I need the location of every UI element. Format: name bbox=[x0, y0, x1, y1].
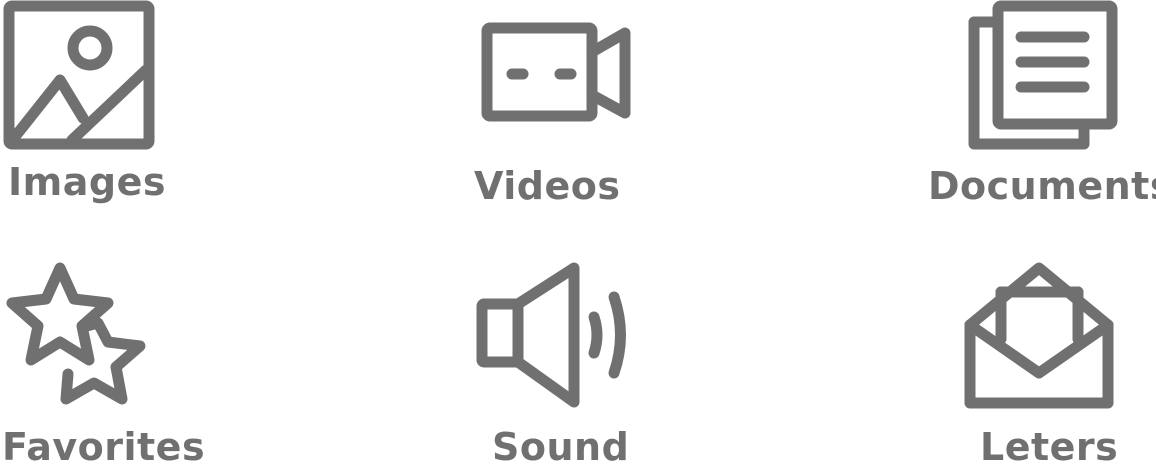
tile-videos[interactable]: Videos bbox=[470, 0, 640, 210]
tile-images[interactable]: Images bbox=[0, 0, 165, 210]
documents-icon bbox=[968, 0, 1118, 150]
stars-icon bbox=[6, 262, 146, 405]
video-camera-icon bbox=[481, 22, 631, 122]
image-icon bbox=[3, 0, 155, 150]
tile-favorites[interactable]: Favorites bbox=[0, 255, 205, 471]
speaker-icon bbox=[476, 262, 626, 408]
tile-documents[interactable]: Documents bbox=[926, 0, 1156, 210]
tile-label-sound: Sound bbox=[492, 425, 630, 469]
tile-label-favorites: Favorites bbox=[2, 425, 206, 469]
tile-label-videos: Videos bbox=[474, 164, 621, 208]
tile-sound[interactable]: Sound bbox=[470, 255, 640, 471]
tile-label-images: Images bbox=[8, 160, 166, 204]
tile-label-documents: Documents bbox=[928, 164, 1156, 208]
open-envelope-icon bbox=[964, 262, 1114, 409]
tile-label-leters: Leters bbox=[980, 425, 1119, 469]
tile-leters[interactable]: Leters bbox=[950, 255, 1130, 471]
